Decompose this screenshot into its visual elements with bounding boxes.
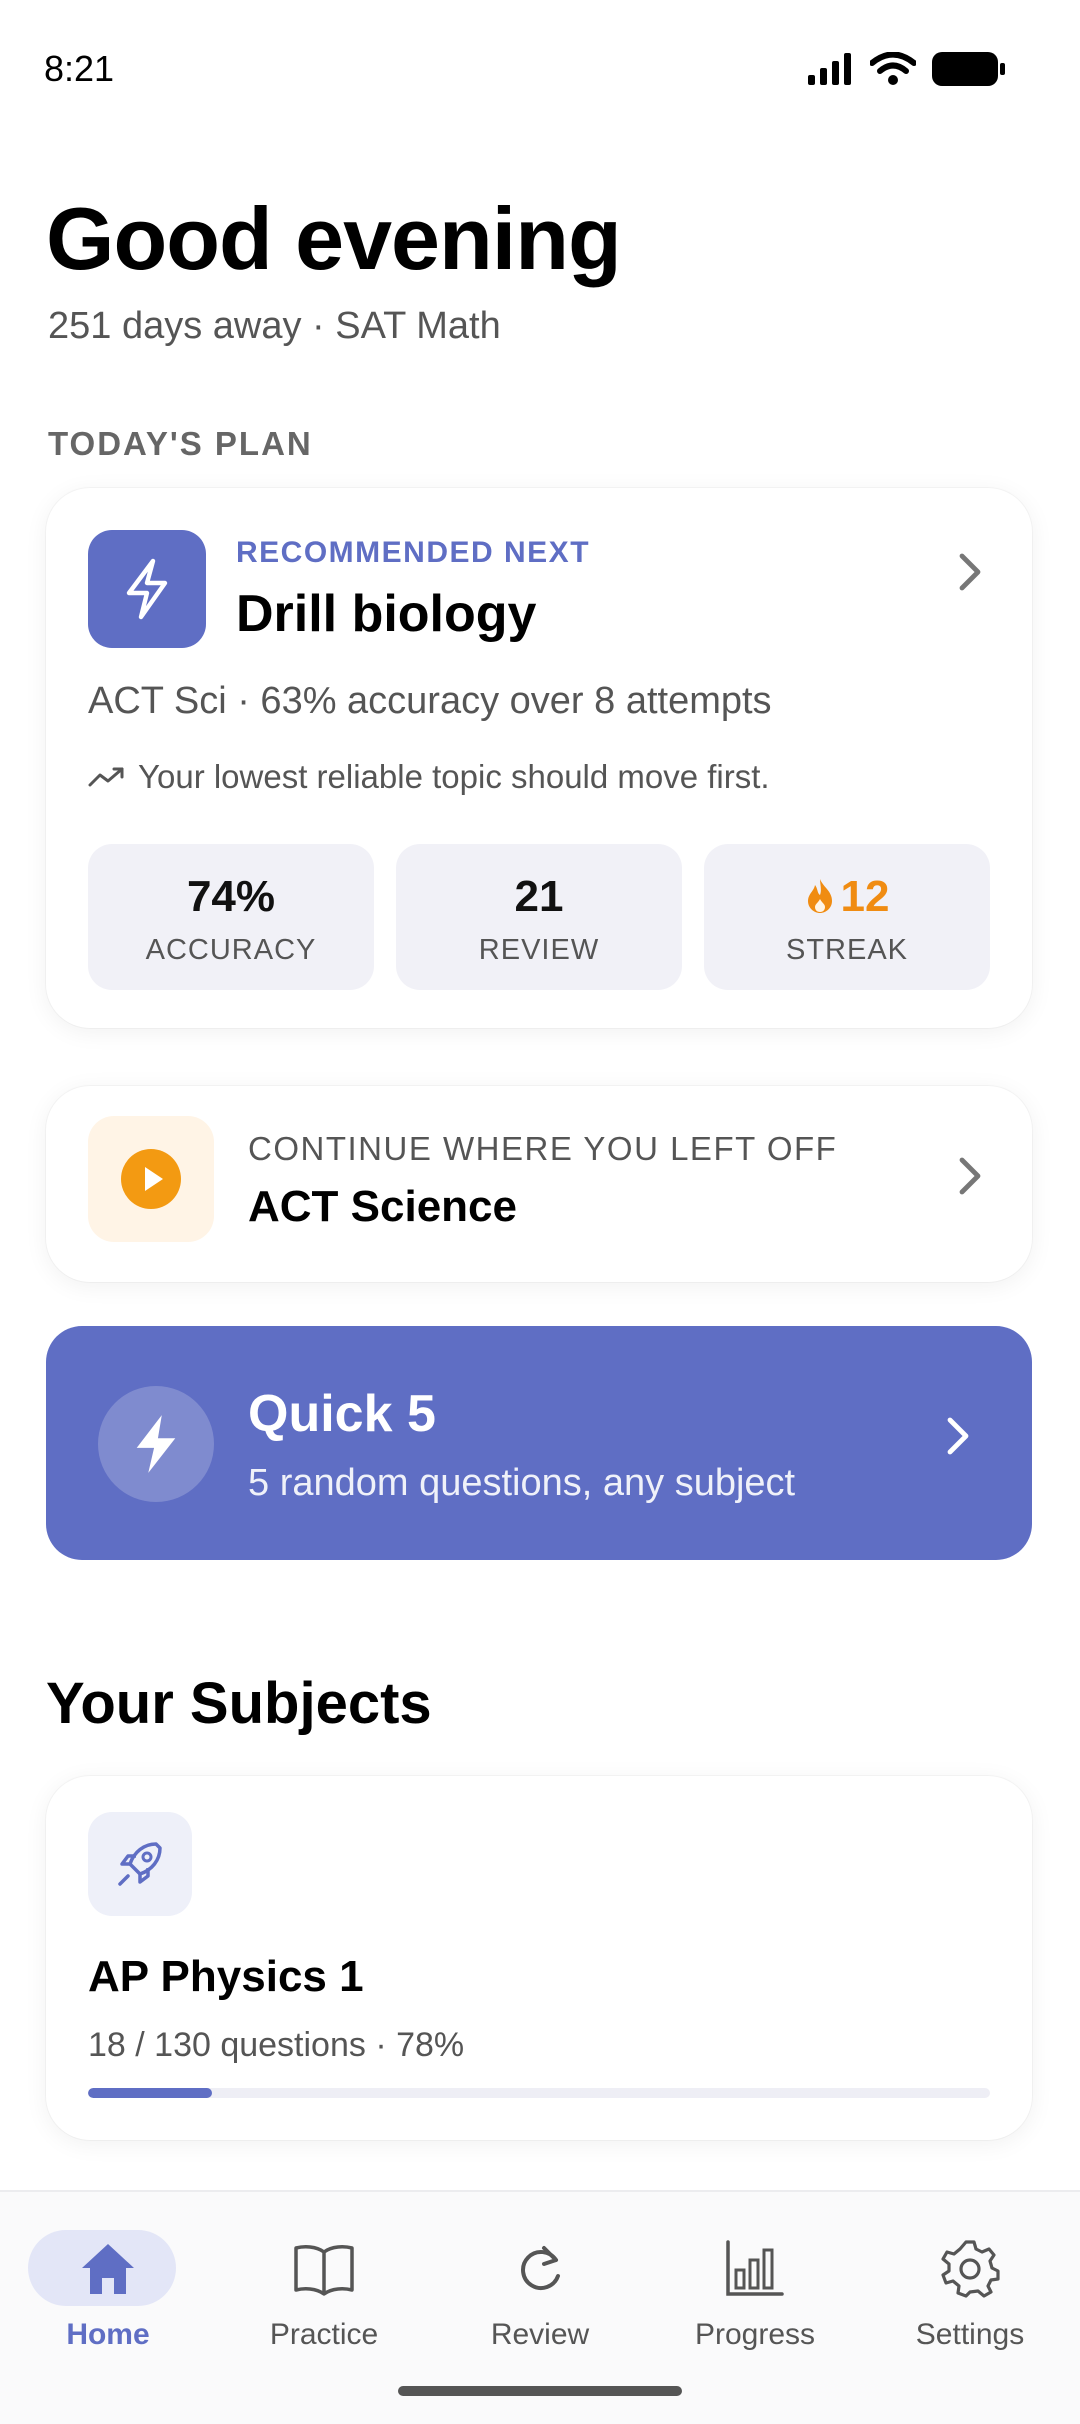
quick5-subtitle: 5 random questions, any subject: [248, 1462, 796, 1504]
play-icon: [88, 1116, 214, 1242]
nav-practice-label: Practice: [269, 2318, 379, 2351]
chevron-right-icon: [956, 548, 984, 606]
signal-icon: [808, 53, 851, 85]
nav-practice[interactable]: Practice: [234, 2230, 414, 2360]
stat-accuracy: 74% ACCURACY: [88, 844, 374, 990]
subject-progress-fill: [88, 2088, 213, 2098]
trend-icon: [88, 767, 124, 787]
exam-countdown: 251 days away · SAT Math: [48, 305, 501, 347]
nav-home[interactable]: Home: [18, 2230, 198, 2360]
recommended-card[interactable]: RECOMMENDED NEXT Drill biology ACT Sci ·…: [46, 488, 1032, 1028]
stat-review-label: REVIEW: [478, 934, 600, 966]
refresh-icon: [450, 2236, 630, 2300]
chevron-right-icon: [956, 1152, 984, 1210]
subject-meta: 18 / 130 questions · 78%: [88, 2026, 465, 2064]
nav-progress[interactable]: Progress: [665, 2230, 845, 2360]
gear-icon: [880, 2236, 1060, 2300]
nav-home-label: Home: [66, 2318, 150, 2351]
continue-title: ACT Science: [248, 1182, 517, 1231]
nav-settings[interactable]: Settings: [880, 2230, 1060, 2360]
hint-text: Your lowest reliable topic should move f…: [138, 758, 770, 795]
nav-review-label: Review: [490, 2318, 590, 2351]
greeting-title: Good evening: [46, 189, 622, 288]
todays-plan-label: TODAY'S PLAN: [48, 425, 313, 462]
battery-icon: [932, 52, 1005, 86]
recommended-hint: Your lowest reliable topic should move f…: [88, 758, 770, 796]
chevron-right-icon: [944, 1412, 972, 1470]
stat-streak-label: STREAK: [785, 934, 909, 966]
home-icon: [18, 2236, 198, 2300]
lightning-icon: [88, 530, 206, 648]
stat-streak-value-row: 12: [704, 872, 990, 922]
recommended-kicker: RECOMMENDED NEXT: [236, 536, 591, 569]
subject-card[interactable]: AP Physics 1 18 / 130 questions · 78%: [46, 1776, 1032, 2140]
continue-kicker: CONTINUE WHERE YOU LEFT OFF: [248, 1130, 838, 1167]
stat-streak: 12 STREAK: [704, 844, 990, 990]
subject-name: AP Physics 1: [88, 1952, 364, 2001]
stat-review: 21 REVIEW: [396, 844, 682, 990]
flame-icon: [807, 879, 832, 913]
quick5-title: Quick 5: [248, 1385, 436, 1443]
recommended-description: ACT Sci · 63% accuracy over 8 attempts: [88, 680, 772, 722]
status-icons: [808, 52, 1006, 86]
nav-progress-label: Progress: [694, 2318, 816, 2351]
stat-accuracy-value: 74%: [186, 872, 276, 921]
status-time: 8:21: [44, 48, 115, 89]
nav-review[interactable]: Review: [450, 2230, 630, 2360]
stat-accuracy-label: ACCURACY: [145, 934, 317, 966]
subject-progress-bar: [88, 2088, 990, 2098]
stat-review-value: 21: [514, 872, 564, 921]
rocket-icon: [88, 1812, 192, 1916]
nav-settings-label: Settings: [915, 2318, 1025, 2351]
quick5-button[interactable]: Quick 5 5 random questions, any subject: [46, 1326, 1032, 1560]
wifi-icon: [870, 52, 916, 85]
lightning-icon: [98, 1386, 214, 1502]
stat-streak-value: 12: [840, 872, 890, 921]
recommended-title: Drill biology: [236, 585, 537, 643]
book-icon: [234, 2236, 414, 2300]
home-indicator: [398, 2386, 682, 2396]
bar-chart-icon: [665, 2236, 845, 2300]
continue-card[interactable]: CONTINUE WHERE YOU LEFT OFF ACT Science: [46, 1086, 1032, 1282]
subjects-title: Your Subjects: [46, 1671, 432, 1736]
